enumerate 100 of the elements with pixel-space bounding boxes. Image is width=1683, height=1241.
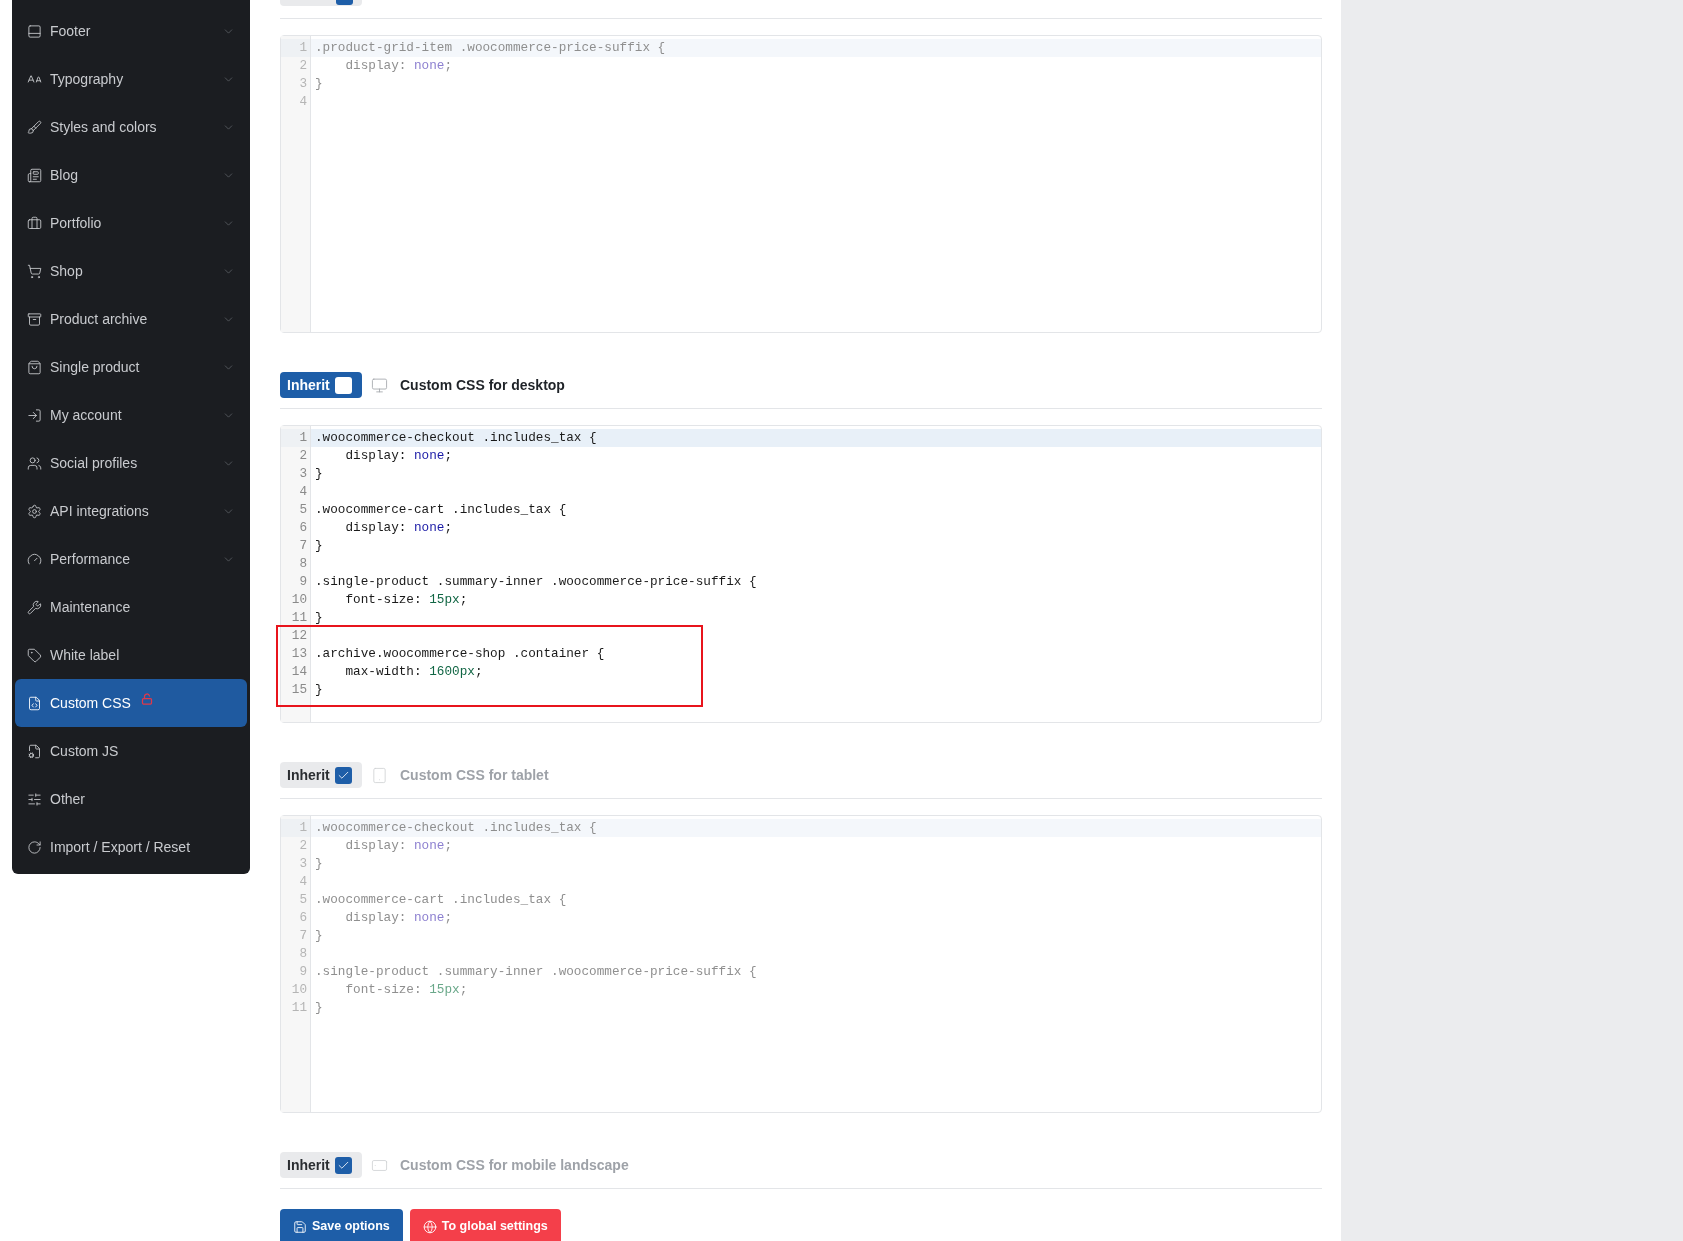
- inherit-toggle[interactable]: Inherit: [280, 762, 362, 788]
- globe-icon: [422, 1219, 437, 1234]
- code-line: }: [314, 855, 324, 873]
- sidebar-item[interactable]: Footer: [15, 7, 247, 55]
- sidebar-item[interactable]: Typography: [15, 55, 247, 103]
- line-number: 9: [298, 963, 308, 981]
- tag-icon: [27, 647, 42, 663]
- checkbox[interactable]: [334, 1156, 352, 1174]
- sidebar-item[interactable]: API integrations: [15, 487, 247, 535]
- code-file-icon: [27, 695, 42, 711]
- code-line: display: none;: [344, 837, 454, 855]
- sidebar-item[interactable]: Other: [15, 775, 247, 823]
- cart-icon: [27, 263, 42, 279]
- briefcase-icon: [27, 215, 42, 231]
- cog-file-icon: [27, 743, 42, 759]
- sidebar-item[interactable]: Performance: [15, 535, 247, 583]
- checkbox[interactable]: [336, 0, 353, 5]
- line-number: 1: [281, 819, 310, 837]
- sidebar-item[interactable]: Custom CSS: [15, 679, 247, 727]
- settings-icon: [27, 503, 42, 519]
- line-number: 1: [281, 429, 310, 447]
- floppy-icon: [293, 1219, 307, 1234]
- panel-icon: [27, 23, 42, 39]
- line-number: 4: [298, 93, 308, 111]
- sidebar-item[interactable]: Social profiles: [15, 439, 247, 487]
- tablet-icon: [371, 766, 388, 784]
- refresh-icon: [27, 839, 42, 855]
- sidebar-item[interactable]: Import / Export / Reset: [15, 823, 247, 871]
- code-line: }: [314, 927, 324, 945]
- line-number: 3: [298, 75, 308, 93]
- line-number: 11: [290, 609, 308, 627]
- line-number: 5: [298, 501, 308, 519]
- code-line: }: [314, 609, 324, 627]
- code-line: display: none;: [344, 519, 454, 537]
- sidebar-item[interactable]: Styles and colors: [15, 103, 247, 151]
- code-line: display: none;: [344, 909, 454, 927]
- sidebar-item[interactable]: White label: [15, 631, 247, 679]
- code-line: max-width: 1600px;: [344, 663, 484, 681]
- sidebar-item[interactable]: Portfolio: [15, 199, 247, 247]
- line-number: 10: [290, 981, 308, 999]
- global-settings-button[interactable]: To global settings: [409, 1209, 561, 1241]
- line-number: 12: [290, 627, 308, 645]
- gauge-icon: [27, 551, 42, 567]
- line-number: 14: [290, 663, 308, 681]
- save-button[interactable]: Save options: [280, 1209, 403, 1241]
- login-icon: [27, 407, 42, 423]
- sidebar-item[interactable]: My account: [15, 391, 247, 439]
- code-line: .single-product .summary-inner .woocommerce-price-suffix {: [314, 573, 758, 591]
- line-number: 8: [298, 555, 308, 573]
- line-number: 4: [298, 873, 308, 891]
- wrench-icon: [27, 599, 42, 615]
- code-line: .single-product .summary-inner .woocommerce-price-suffix {: [314, 963, 758, 981]
- sidebar-item[interactable]: Blog: [15, 151, 247, 199]
- line-number: 8: [298, 945, 308, 963]
- line-number: 3: [298, 855, 308, 873]
- inherit-toggle[interactable]: Inherit: [280, 372, 362, 398]
- sidebar-item[interactable]: Product archive: [15, 295, 247, 343]
- bag-icon: [27, 359, 42, 375]
- users-icon: [27, 455, 42, 471]
- section-title: Custom CSS for mobile landscape: [400, 1155, 629, 1175]
- code-line: font-size: 15px;: [344, 981, 469, 999]
- line-number: 7: [298, 537, 308, 555]
- code-line: }: [314, 999, 324, 1017]
- sliders-icon: [27, 791, 42, 807]
- line-number: 3: [298, 465, 308, 483]
- code-editor[interactable]: 1 .product-grid-item .woocommerce-price-suffix { 2 display: none; 3 } 4: [280, 35, 1322, 333]
- sidebar-item[interactable]: Custom JS: [15, 727, 247, 775]
- line-number: 4: [298, 483, 308, 501]
- code-line: }: [314, 465, 324, 483]
- line-number: 13: [290, 645, 308, 663]
- monitor-icon: [371, 376, 388, 394]
- code-line: }: [314, 681, 324, 699]
- sidebar-item[interactable]: Maintenance: [15, 583, 247, 631]
- inherit-toggle[interactable]: [280, 0, 362, 6]
- line-number: 9: [298, 573, 308, 591]
- code-line: display: none;: [344, 447, 454, 465]
- code-line: .archive.woocommerce-shop .container {: [314, 645, 606, 663]
- newspaper-icon: [27, 167, 42, 183]
- checkbox[interactable]: [334, 766, 352, 784]
- line-number: 2: [298, 57, 308, 75]
- section-title: Custom CSS for desktop: [400, 375, 565, 395]
- line-number: 7: [298, 927, 308, 945]
- code-line: font-size: 15px;: [344, 591, 469, 609]
- line-number: 15: [290, 681, 308, 699]
- line-number: 6: [298, 519, 308, 537]
- line-number: 10: [290, 591, 308, 609]
- inherit-toggle[interactable]: Inherit: [280, 1152, 362, 1178]
- sidebar-item[interactable]: Shop: [15, 247, 247, 295]
- code-line: .woocommerce-cart .includes_tax {: [314, 891, 568, 909]
- code-line: }: [314, 537, 324, 555]
- section-title: Custom CSS for tablet: [400, 765, 549, 785]
- code-line: }: [314, 75, 324, 93]
- line-number: 2: [298, 447, 308, 465]
- code-line: display: none;: [344, 57, 454, 75]
- line-number: 2: [298, 837, 308, 855]
- line-number: 1: [281, 39, 310, 57]
- code-line: .woocommerce-cart .includes_tax {: [314, 501, 568, 519]
- brush-icon: [27, 119, 42, 135]
- sidebar-item[interactable]: Single product: [15, 343, 247, 391]
- checkbox[interactable]: [334, 376, 352, 394]
